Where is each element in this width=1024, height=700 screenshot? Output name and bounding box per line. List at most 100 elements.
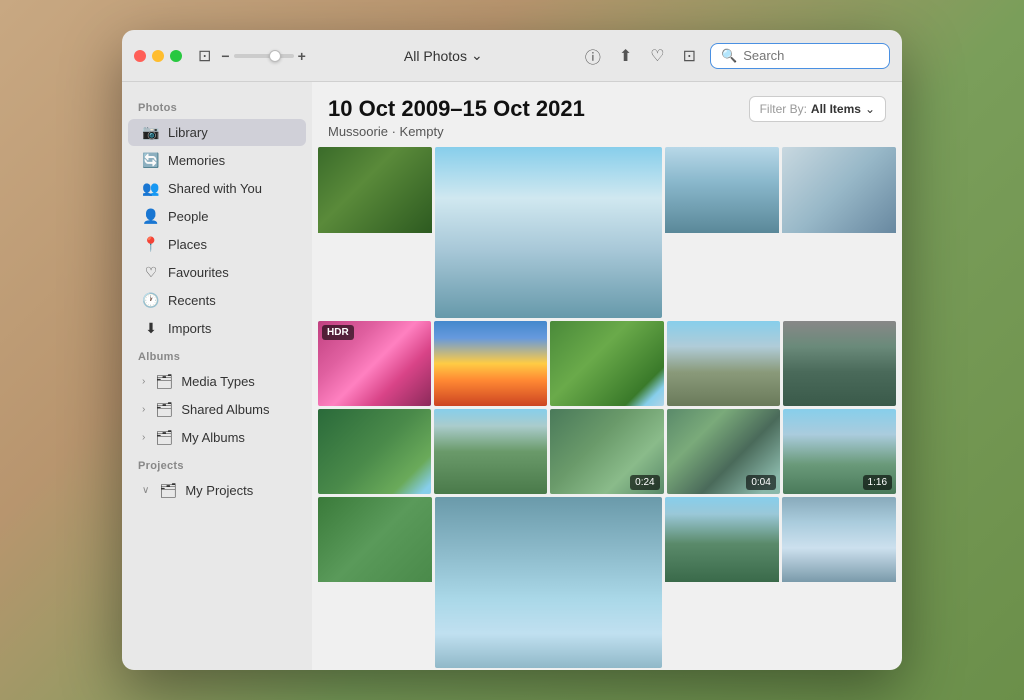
photo-row-3: 0:24 0:04 1:16 (318, 409, 896, 494)
video-duration-12: 0:24 (630, 475, 659, 490)
share-button[interactable]: ⬆ (615, 42, 636, 70)
shared-with-you-label: Shared with You (168, 181, 262, 196)
info-button[interactable]: ⓘ (581, 40, 605, 72)
photo-cell-8[interactable] (667, 321, 780, 406)
search-icon: 🔍 (721, 48, 737, 64)
photo-cell-16[interactable] (435, 497, 663, 668)
places-label: Places (168, 237, 207, 252)
all-photos-label: All Photos (404, 48, 467, 64)
photo-row-1 (318, 147, 896, 318)
library-icon: 📷 (142, 124, 160, 141)
video-duration-13: 0:04 (746, 475, 775, 490)
location-label: Mussoorie · Kempty (328, 124, 585, 139)
sidebar-item-imports[interactable]: ⬇ Imports (128, 315, 306, 342)
photo-main-area: 10 Oct 2009–15 Oct 2021 Mussoorie · Kemp… (312, 82, 902, 670)
people-label: People (168, 209, 208, 224)
filter-button[interactable]: Filter By: All Items ⌄ (749, 96, 886, 122)
photo-cell-1[interactable] (318, 147, 432, 318)
photo-grid: HDR (312, 147, 902, 670)
photo-cell-13[interactable]: 0:04 (667, 409, 780, 494)
sidebar-item-my-projects[interactable]: ∨ 🗂 My Projects (128, 477, 306, 504)
sidebar-section-albums: Albums (122, 343, 312, 367)
header-text: 10 Oct 2009–15 Oct 2021 Mussoorie · Kemp… (328, 96, 585, 139)
titlebar: ⊡ − + All Photos ⌄ ⓘ ⬆ ♡ ⊡ 🔍 (122, 30, 902, 82)
photo-row-4 (318, 497, 896, 668)
my-projects-icon: 🗂 (159, 482, 177, 499)
filter-chevron-icon: ⌄ (865, 102, 875, 116)
sidebar-item-places[interactable]: 📍 Places (128, 231, 306, 258)
media-types-icon: 🗂 (155, 373, 173, 390)
photo-cell-3[interactable] (665, 147, 779, 318)
imports-label: Imports (168, 321, 211, 336)
photo-cell-11[interactable] (434, 409, 547, 494)
date-range: 10 Oct 2009–15 Oct 2021 (328, 96, 585, 122)
photo-cell-9[interactable] (783, 321, 896, 406)
main-header: 10 Oct 2009–15 Oct 2021 Mussoorie · Kemp… (312, 82, 902, 147)
my-albums-label: My Albums (181, 430, 245, 445)
photo-cell-6[interactable] (434, 321, 547, 406)
all-photos-dropdown[interactable]: All Photos ⌄ (396, 43, 491, 68)
places-icon: 📍 (142, 236, 160, 253)
people-icon: 👤 (142, 208, 160, 225)
titlebar-actions: ⓘ ⬆ ♡ ⊡ 🔍 (581, 40, 890, 72)
sidebar: Photos 📷 Library 🔄 Memories 👥 Shared wit… (122, 82, 312, 670)
content-area: Photos 📷 Library 🔄 Memories 👥 Shared wit… (122, 82, 902, 670)
app-window: ⊡ − + All Photos ⌄ ⓘ ⬆ ♡ ⊡ 🔍 (122, 30, 902, 670)
sidebar-item-shared-albums[interactable]: › 🗂 Shared Albums (128, 396, 306, 423)
sidebar-item-people[interactable]: 👤 People (128, 203, 306, 230)
zoom-plus-button[interactable]: + (298, 48, 306, 64)
photo-cell-10[interactable] (318, 409, 431, 494)
sidebar-item-media-types[interactable]: › 🗂 Media Types (128, 368, 306, 395)
library-label: Library (168, 125, 208, 140)
sidebar-item-my-albums[interactable]: › 🗂 My Albums (128, 424, 306, 451)
heart-button[interactable]: ♡ (646, 42, 668, 70)
photo-cell-14[interactable]: 1:16 (783, 409, 896, 494)
sidebar-item-favourites[interactable]: ♡ Favourites (128, 259, 306, 286)
shared-albums-label: Shared Albums (181, 402, 269, 417)
zoom-thumb[interactable] (269, 50, 281, 62)
titlebar-center: All Photos ⌄ (314, 43, 573, 68)
photo-cell-7[interactable] (550, 321, 663, 406)
photo-cell-5[interactable]: HDR (318, 321, 431, 406)
sidebar-section-projects: Projects (122, 452, 312, 476)
crop-button[interactable]: ⊡ (679, 42, 700, 70)
photo-cell-2[interactable] (435, 147, 663, 318)
shared-with-you-icon: 👥 (142, 180, 160, 197)
memories-label: Memories (168, 153, 225, 168)
minimize-button[interactable] (152, 50, 164, 62)
sidebar-item-library[interactable]: 📷 Library (128, 119, 306, 146)
media-types-label: Media Types (181, 374, 254, 389)
favourites-label: Favourites (168, 265, 229, 280)
video-duration-14: 1:16 (863, 475, 892, 490)
sidebar-item-memories[interactable]: 🔄 Memories (128, 147, 306, 174)
photo-cell-4[interactable] (782, 147, 896, 318)
sidebar-section-photos: Photos (122, 94, 312, 118)
view-icon[interactable]: ⊡ (198, 46, 211, 66)
recents-icon: 🕐 (142, 292, 160, 309)
chevron-down-icon: ⌄ (471, 47, 483, 64)
my-albums-icon: 🗂 (155, 429, 173, 446)
sidebar-item-shared-with-you[interactable]: 👥 Shared with You (128, 175, 306, 202)
photo-cell-15[interactable] (318, 497, 432, 668)
favourites-icon: ♡ (142, 264, 160, 281)
sidebar-item-recents[interactable]: 🕐 Recents (128, 287, 306, 314)
zoom-slider[interactable] (234, 54, 294, 58)
close-button[interactable] (134, 50, 146, 62)
zoom-control: − + (221, 48, 305, 64)
expand-arrow-media-types: › (142, 376, 145, 387)
expand-arrow-my-projects: ∨ (142, 485, 149, 496)
maximize-button[interactable] (170, 50, 182, 62)
search-bar[interactable]: 🔍 (710, 43, 890, 69)
photo-row-2: HDR (318, 321, 896, 406)
photo-cell-17[interactable] (665, 497, 779, 668)
zoom-minus-button[interactable]: − (221, 48, 229, 64)
photo-cell-12[interactable]: 0:24 (550, 409, 663, 494)
my-projects-label: My Projects (185, 483, 253, 498)
shared-albums-icon: 🗂 (155, 401, 173, 418)
memories-icon: 🔄 (142, 152, 160, 169)
photo-cell-18[interactable] (782, 497, 896, 668)
search-input[interactable] (743, 48, 879, 63)
recents-label: Recents (168, 293, 216, 308)
traffic-lights (134, 50, 182, 62)
hdr-badge: HDR (322, 325, 354, 340)
